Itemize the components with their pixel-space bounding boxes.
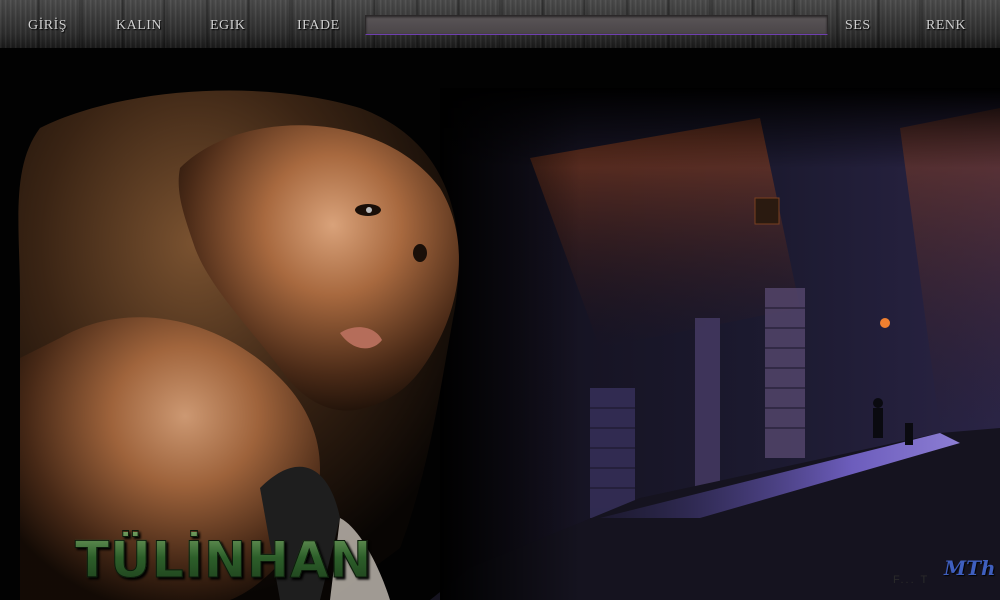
toolbar-button-ifade[interactable]: IFADE	[297, 16, 340, 36]
toolbar-button-kalin[interactable]: KALIN	[116, 16, 162, 36]
watermark-title: TÜLİNHAN	[74, 531, 373, 589]
corner-signature: F... T	[893, 574, 930, 586]
message-input[interactable]	[365, 15, 828, 35]
toolbar-button-renk[interactable]: RENK	[926, 16, 966, 36]
banner-scene: TÜLİNHAN MTh F... T	[0, 48, 1000, 600]
toolbar-button-giris[interactable]: GİRİŞ	[28, 16, 67, 36]
toolbar-button-egik[interactable]: EGIK	[210, 16, 245, 36]
banner-artwork	[18, 88, 1000, 600]
top-toolbar: GİRİŞ KALIN EGIK IFADE SES RENK	[0, 0, 1000, 49]
logo-mark: MTh	[944, 556, 996, 580]
toolbar-button-ses[interactable]: SES	[845, 16, 871, 36]
